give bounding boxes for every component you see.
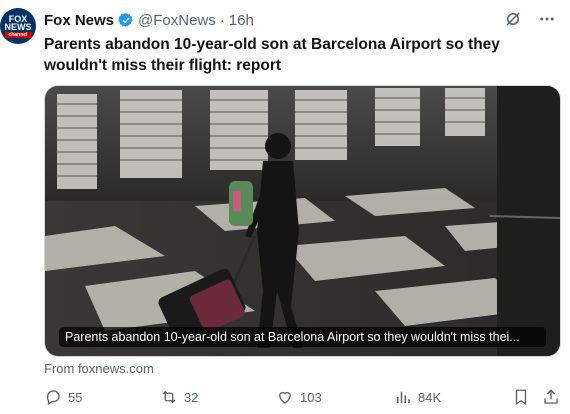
tweet-card[interactable]: FOX NEWS channel Fox News @FoxNews · 16h… — [0, 0, 570, 414]
reply-count: 55 — [68, 389, 83, 405]
avatar[interactable]: FOX NEWS channel — [0, 8, 36, 44]
share-button[interactable] — [542, 388, 560, 406]
separator: · — [219, 11, 225, 29]
views-icon — [397, 391, 410, 403]
account-handle[interactable]: @FoxNews — [138, 12, 216, 29]
tweet-text: Parents abandon 10-year-old son at Barce… — [44, 36, 500, 74]
grok-icon[interactable] — [504, 10, 522, 28]
tweet-header: Fox News @FoxNews · 16h — [44, 10, 254, 30]
link-source[interactable]: From foxnews.com — [44, 361, 154, 376]
share-icon — [544, 389, 558, 404]
bookmark-button[interactable] — [512, 388, 530, 406]
fox-news-logo: FOX NEWS channel — [4, 13, 32, 38]
reply-button[interactable]: 55 — [44, 388, 82, 406]
reply-icon — [46, 390, 60, 405]
timestamp[interactable]: 16h — [229, 12, 254, 29]
tweet-image[interactable]: Parents abandon 10-year-old son at Barce… — [44, 85, 561, 357]
like-icon — [279, 391, 291, 404]
bookmark-icon — [515, 389, 527, 406]
verified-badge-icon — [118, 13, 133, 27]
like-button[interactable]: 103 — [276, 388, 322, 406]
views-count: 84K — [418, 389, 442, 405]
airport-photo — [45, 86, 560, 356]
repost-count: 32 — [184, 389, 199, 405]
repost-button[interactable]: 32 — [160, 388, 198, 406]
like-count: 103 — [300, 389, 322, 405]
image-caption: Parents abandon 10-year-old son at Barce… — [59, 327, 546, 347]
views-button[interactable]: 84K — [394, 388, 441, 406]
action-bar: 55 32 103 84K — [44, 388, 560, 410]
account-name[interactable]: Fox News — [44, 12, 114, 29]
repost-icon — [162, 390, 176, 404]
top-actions — [504, 10, 556, 28]
more-icon[interactable] — [538, 10, 556, 28]
